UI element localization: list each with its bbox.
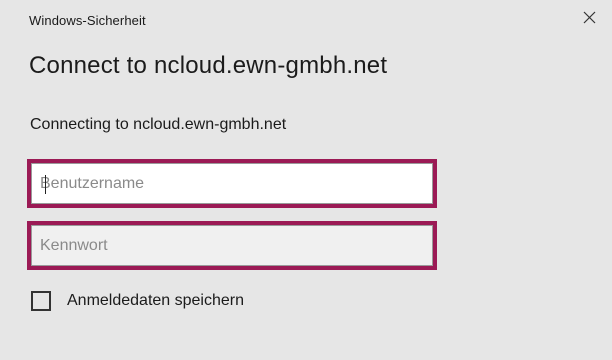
credentials-dialog: Windows-Sicherheit Connect to ncloud.ewn… (0, 0, 612, 360)
password-input[interactable] (31, 225, 433, 266)
close-button[interactable] (572, 5, 606, 35)
username-field-highlight (27, 159, 437, 208)
remember-credentials-checkbox[interactable] (31, 291, 51, 311)
close-icon (583, 11, 596, 29)
remember-credentials-label: Anmeldedaten speichern (67, 292, 245, 309)
text-cursor (45, 175, 46, 194)
username-input[interactable] (31, 163, 433, 204)
window-caption: Windows-Sicherheit (29, 13, 146, 28)
password-field-highlight (27, 221, 437, 270)
dialog-title: Connect to ncloud.ewn-gmbh.net (29, 52, 388, 79)
remember-credentials-row[interactable]: Anmeldedaten speichern (31, 291, 244, 311)
dialog-message: Connecting to ncloud.ewn-gmbh.net (30, 116, 287, 133)
